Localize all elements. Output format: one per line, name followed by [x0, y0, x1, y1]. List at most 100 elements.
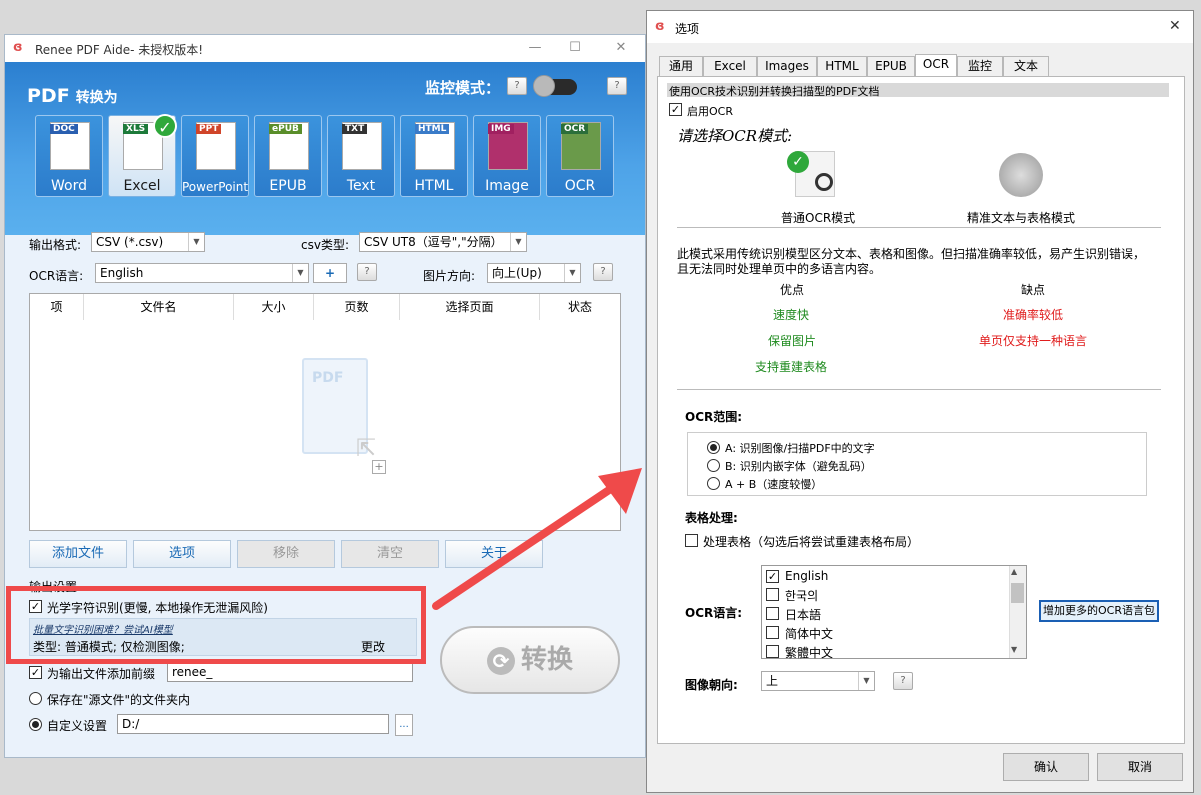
orientation-help-button[interactable]: ?: [893, 672, 913, 690]
pro-item: 保留图片: [768, 334, 817, 348]
lang-checkbox-japanese[interactable]: [766, 607, 779, 620]
lang-help-button[interactable]: ?: [357, 263, 377, 281]
save-source-radio[interactable]: [29, 692, 42, 705]
column-header[interactable]: 选择页面: [400, 294, 540, 320]
tab-excel[interactable]: Excel: [703, 56, 757, 76]
header-help-button[interactable]: ?: [607, 77, 627, 95]
custom-path-input[interactable]: D:/: [117, 714, 389, 734]
lang-checkbox-english[interactable]: ✓: [766, 570, 779, 583]
tab-monitor[interactable]: 监控: [957, 56, 1003, 76]
format-powerpoint-button[interactable]: PPT PowerPoint: [181, 115, 249, 197]
ocr-lang-title: OCR语言:: [685, 606, 743, 620]
range-ab-label: A + B（速度较慢）: [725, 478, 823, 491]
highlight-box: [6, 586, 426, 664]
prefix-label: 为输出文件添加前缀: [47, 667, 156, 681]
range-a-radio[interactable]: [707, 441, 720, 454]
tab-epub[interactable]: EPUB: [867, 56, 915, 76]
remove-button[interactable]: 移除: [237, 540, 335, 568]
pro-item: 速度快: [773, 308, 810, 322]
format-ocr-button[interactable]: OCR OCR: [546, 115, 614, 197]
tab-images[interactable]: Images: [757, 56, 817, 76]
plus-icon: +: [372, 460, 386, 474]
tab-text[interactable]: 文本: [1003, 56, 1049, 76]
output-format-select[interactable]: CSV (*.csv) ▼: [91, 232, 205, 252]
enable-ocr-checkbox[interactable]: ✓: [669, 103, 682, 116]
custom-path-radio[interactable]: [29, 718, 42, 731]
range-ab-radio[interactable]: [707, 477, 720, 490]
ocr-lang-value: English: [100, 266, 144, 280]
refresh-icon: ⟳: [486, 646, 515, 675]
add-language-button[interactable]: +: [313, 263, 347, 283]
format-epub-button[interactable]: ePUB EPUB: [254, 115, 322, 197]
cursor-add-icon: ⇱: [356, 434, 377, 462]
enable-ocr-label: 启用OCR: [687, 105, 733, 118]
format-label: PowerPoint: [182, 180, 249, 194]
cancel-button[interactable]: 取消: [1097, 753, 1183, 781]
lang-item: 日本語: [785, 608, 822, 622]
mode-normal-label: 普通OCR模式: [781, 211, 856, 225]
image-direction-select[interactable]: 向上(Up) ▼: [487, 263, 581, 283]
tab-html[interactable]: HTML: [817, 56, 867, 76]
drop-icon-label: PDF: [312, 370, 344, 386]
column-header[interactable]: 项: [30, 294, 84, 320]
tab-ocr[interactable]: OCR: [915, 54, 957, 76]
options-dialog: ɞ 选项 ✕ 通用 Excel Images HTML EPUB OCR 监控 …: [646, 10, 1194, 793]
prefix-input[interactable]: renee_: [167, 662, 413, 682]
app-logo-icon: ɞ: [13, 40, 23, 55]
format-tag: TXT: [342, 124, 368, 134]
format-label: Image: [485, 178, 529, 194]
window-title: Renee PDF Aide- 未授权版本!: [35, 43, 204, 57]
prefix-checkbox[interactable]: ✓: [29, 666, 42, 679]
toggle-knob: [533, 75, 555, 97]
custom-path-label: 自定义设置: [47, 719, 108, 733]
clear-button[interactable]: 清空: [341, 540, 439, 568]
lang-checkbox-traditional[interactable]: [766, 645, 779, 658]
column-header[interactable]: 状态: [540, 294, 620, 320]
chevron-down-icon: ▼: [510, 233, 526, 251]
minimize-icon[interactable]: —: [525, 39, 545, 57]
format-image-button[interactable]: IMG Image: [473, 115, 541, 197]
pdf-label: PDF: [27, 85, 70, 107]
format-html-button[interactable]: HTML HTML: [400, 115, 468, 197]
add-language-pack-button[interactable]: 增加更多的OCR语言包: [1039, 600, 1159, 622]
main-titlebar: ɞ Renee PDF Aide- 未授权版本! — ☐ ✕: [5, 35, 645, 62]
scroll-up-icon[interactable]: ▲: [1011, 567, 1017, 576]
close-icon[interactable]: ✕: [611, 39, 631, 57]
monitor-help-button[interactable]: ?: [507, 77, 527, 95]
format-excel-button[interactable]: XLS Excel ✓: [108, 114, 177, 197]
direction-help-button[interactable]: ?: [593, 263, 613, 281]
chevron-down-icon: ▼: [292, 264, 308, 282]
add-file-button[interactable]: 添加文件: [29, 540, 127, 568]
output-format-value: CSV (*.csv): [96, 235, 164, 249]
lang-item: 한국의: [785, 589, 819, 603]
browse-button[interactable]: ...: [395, 714, 413, 736]
convert-button[interactable]: ⟳ 转换: [440, 626, 620, 694]
choose-mode-label: 请选择OCR模式:: [677, 127, 793, 145]
format-tag: PPT: [196, 124, 222, 134]
lang-checkbox-simplified[interactable]: [766, 626, 779, 639]
column-header[interactable]: 页数: [314, 294, 400, 320]
range-b-radio[interactable]: [707, 459, 720, 472]
range-a-label: A: 识别图像/扫描PDF中的文字: [725, 442, 875, 455]
ocr-lang-select[interactable]: English ▼: [95, 263, 309, 283]
scroll-down-icon[interactable]: ▼: [1011, 645, 1017, 654]
image-orientation-select[interactable]: 上 ▼: [761, 671, 875, 691]
lang-checkbox-korean[interactable]: [766, 588, 779, 601]
column-header[interactable]: 文件名: [84, 294, 234, 320]
csv-type-label: csv类型:: [301, 238, 349, 252]
ai-precise-mode-icon[interactable]: [999, 153, 1043, 197]
divider: [677, 227, 1161, 228]
table-process-title: 表格处理:: [685, 511, 738, 525]
options-button[interactable]: 选项: [133, 540, 231, 568]
format-text-button[interactable]: TXT Text: [327, 115, 395, 197]
column-header[interactable]: 大小: [234, 294, 314, 320]
format-word-button[interactable]: DOC Word: [35, 115, 103, 197]
ok-button[interactable]: 确认: [1003, 753, 1089, 781]
close-icon[interactable]: ✕: [1169, 18, 1181, 34]
scrollbar-thumb[interactable]: [1011, 583, 1024, 603]
table-process-checkbox[interactable]: [685, 534, 698, 547]
tab-general[interactable]: 通用: [659, 56, 703, 76]
maximize-icon[interactable]: ☐: [565, 39, 585, 57]
chevron-down-icon: ▼: [858, 672, 874, 690]
csv-type-select[interactable]: CSV UT8（逗号","分隔） ▼: [359, 232, 527, 252]
